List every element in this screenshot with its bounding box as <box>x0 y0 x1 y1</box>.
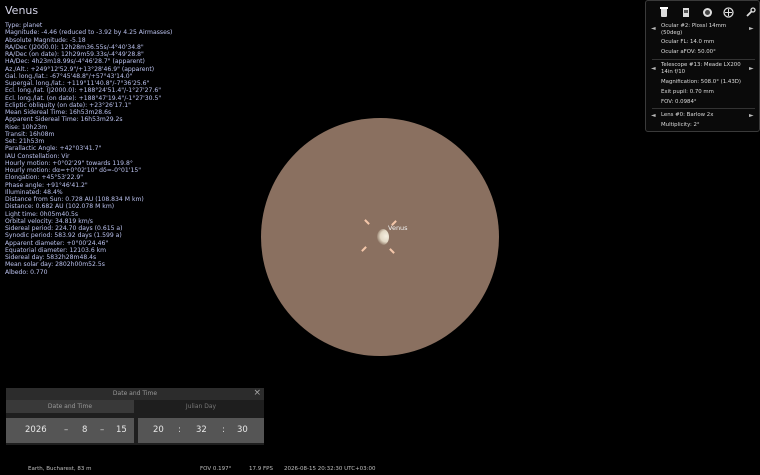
object-info-line: Illuminated: 48.4% <box>5 188 63 196</box>
object-info-line: Ecl. long./lat. (on date): +188°47'19.4"… <box>5 94 162 102</box>
object-info-line: Absolute Magnitude: -5.18 <box>5 36 86 44</box>
dialog-title: Date and Time <box>112 390 158 397</box>
magnification: Magnification: 508.0° (1.43D) <box>661 79 742 85</box>
datetime-status[interactable]: 2026-08-15 20:32:30 UTC+03:00 <box>284 466 376 472</box>
close-icon[interactable]: × <box>253 388 261 398</box>
object-info-line: Albedo: 0.770 <box>5 268 48 276</box>
object-info-line: HA/Dec: 4h23m18.99s/-4°46'28.7" (apparen… <box>5 58 145 66</box>
object-info-line: Synodic period: 583.92 days (1.599 a) <box>5 232 122 240</box>
object-info-line: Distance from Sun: 0.728 AU (108.834 M k… <box>5 196 144 203</box>
object-info-line: Orbital velocity: 34.819 km/s <box>5 217 93 225</box>
object-info-line: Hourly motion: +0°02'29" towards 119.8° <box>5 159 133 167</box>
object-info-line: Transit: 16h08m <box>5 130 55 138</box>
object-info-line: Ecl. long./lat. (J2000.0): +188°24'51.4"… <box>5 87 162 95</box>
object-info-line: Az./Alt.: +249°12'52.9"/+13°28'46.9" (ap… <box>5 65 155 73</box>
object-info-line: Magnitude: -4.46 (reduced to -3.92 by 4.… <box>5 29 173 37</box>
telescope-prev-arrow[interactable]: ◄ <box>651 65 656 72</box>
object-info-line: Mean Sidereal Time: 16h53m28.6s <box>5 109 112 116</box>
location-status[interactable]: Earth, Bucharest, 83 m <box>28 466 92 472</box>
date-time-dialog: Date and Time × Date and Time Julian Day… <box>6 388 264 445</box>
object-info-line: Apparent diameter: +0°00'24.46" <box>5 239 109 247</box>
telescope-next-arrow[interactable]: ► <box>749 65 754 72</box>
hour-spinbox[interactable]: 20 <box>153 425 164 435</box>
object-name: Venus <box>5 4 39 17</box>
telescope-name-line2: 14in f/10 <box>661 68 686 75</box>
fov-status: FOV 0.197° <box>200 466 232 472</box>
exit-pupil: Exit pupil: 0.70 mm <box>661 89 714 95</box>
time-separator: : <box>178 425 181 435</box>
ocular-next-arrow[interactable]: ► <box>749 25 754 32</box>
divider <box>652 59 755 60</box>
object-info-line: Elongation: +45°53'22.9" <box>5 174 84 182</box>
second-spinbox[interactable]: 30 <box>237 425 248 435</box>
ocular-afov: Ocular aFOV: 50.00° <box>661 49 716 55</box>
oculars-toolbar <box>658 6 756 18</box>
lens-multiplicity: Multiplicity: 2° <box>661 122 700 128</box>
year-spinbox[interactable]: 2026 <box>25 425 47 435</box>
object-info-line: Sidereal period: 224.70 days (0.615 a) <box>5 225 123 232</box>
flip-icon[interactable] <box>723 6 735 18</box>
lens-next-arrow[interactable]: ► <box>749 112 754 119</box>
object-info-line: Distance: 0.682 AU (102.078 M km) <box>5 203 115 211</box>
lens-name: Lens #0: Barlow 2x <box>661 112 714 118</box>
tab-date-and-time[interactable]: Date and Time <box>6 400 134 413</box>
fps-status: 17.9 FPS <box>249 466 273 472</box>
object-info-line: IAU Constellation: Vir <box>5 152 70 160</box>
venus-label: Venus <box>388 224 408 232</box>
object-info-lines: Type: planet Magnitude: -4.46 (reduced to… <box>5 22 172 276</box>
object-info-line: Phase angle: +91°46'41.2" <box>5 181 88 189</box>
telrad-icon[interactable] <box>701 6 713 18</box>
object-info-line: Rise: 10h23m <box>5 123 48 131</box>
minute-spinbox[interactable]: 32 <box>196 425 207 435</box>
bottom-status-bar: Earth, Bucharest, 83 m FOV 0.197° 17.9 F… <box>0 465 760 475</box>
object-info-panel: Venus Type: planet Magnitude: -4.46 (redu… <box>5 4 172 276</box>
lens-prev-arrow[interactable]: ◄ <box>651 112 656 119</box>
ocular-fl: Ocular FL: 14.0 mm <box>661 39 715 45</box>
ocular-icon[interactable] <box>658 6 670 18</box>
object-info-line: Parallactic Angle: +42°03'41.7" <box>5 145 102 153</box>
object-info-line: Equatorial diameter: 12103.6 km <box>5 246 107 254</box>
ocular-name-line2: (50deg) <box>661 29 683 36</box>
date-separator: – <box>64 425 69 435</box>
time-separator: : <box>222 425 225 435</box>
ocular-prev-arrow[interactable]: ◄ <box>651 25 656 32</box>
object-info-line: Gal. long./lat.: -67°45'48.8"/+57°43'14.… <box>5 72 133 80</box>
day-spinbox[interactable]: 15 <box>116 425 127 435</box>
object-info-line: Sidereal day: 5832h28m48.4s <box>5 254 97 261</box>
field-of-view: FOV: 0.0984° <box>661 99 697 105</box>
object-info-line: Apparent Sidereal Time: 16h53m29.2s <box>5 116 123 124</box>
time-fields: 20 : 32 : 30 <box>138 418 264 443</box>
date-separator: – <box>100 425 105 435</box>
object-info-line: RA/Dec (J2000.0): 12h28m36.55s/-4°40'34.… <box>5 43 144 51</box>
divider <box>652 108 755 109</box>
month-spinbox[interactable]: 8 <box>82 425 87 435</box>
configure-icon[interactable] <box>744 6 756 18</box>
ccd-icon[interactable] <box>680 6 692 18</box>
object-info-line: Ecliptic obliquity (on date): +23°26'17.… <box>5 101 131 109</box>
tab-julian-day[interactable]: Julian Day <box>138 400 264 413</box>
object-info-line: Light time: 0h05m40.5s <box>5 210 79 218</box>
date-fields: 2026 – 8 – 15 <box>6 418 134 443</box>
object-info-line: Mean solar day: 2802h00m52.5s <box>5 261 105 269</box>
oculars-panel: ◄ ► Ocular #2: Plossl 14mm (50deg) Ocula… <box>645 0 760 132</box>
object-info-line: Type: planet <box>5 22 43 29</box>
